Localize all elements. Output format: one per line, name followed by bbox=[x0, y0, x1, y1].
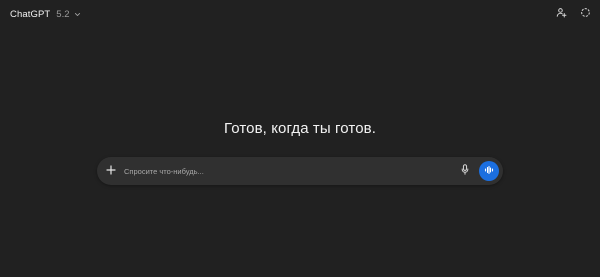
top-actions bbox=[552, 5, 594, 23]
model-name: ChatGPT bbox=[10, 8, 51, 20]
temporary-chat-button[interactable] bbox=[576, 5, 594, 23]
voice-mode-button[interactable] bbox=[479, 161, 499, 181]
top-bar: ChatGPT 5.2 bbox=[0, 0, 600, 28]
model-version: 5.2 bbox=[56, 8, 70, 20]
page-title: Готов, когда ты готов. bbox=[224, 120, 376, 137]
chat-composer bbox=[97, 157, 503, 185]
add-person-icon bbox=[556, 5, 567, 23]
voice-waveform-icon bbox=[484, 162, 494, 180]
message-input[interactable] bbox=[124, 162, 457, 180]
plus-icon bbox=[106, 162, 116, 180]
add-person-button[interactable] bbox=[552, 5, 570, 23]
chat-app: ChatGPT 5.2 Готов, когда ты готов. Спрос… bbox=[0, 0, 600, 277]
microphone-icon bbox=[461, 162, 469, 180]
model-switcher-button[interactable]: ChatGPT 5.2 bbox=[6, 6, 86, 22]
attach-button[interactable] bbox=[102, 162, 120, 180]
dictate-button[interactable] bbox=[457, 162, 473, 180]
chevron-down-icon bbox=[74, 10, 82, 18]
dashed-circle-icon bbox=[580, 5, 591, 23]
